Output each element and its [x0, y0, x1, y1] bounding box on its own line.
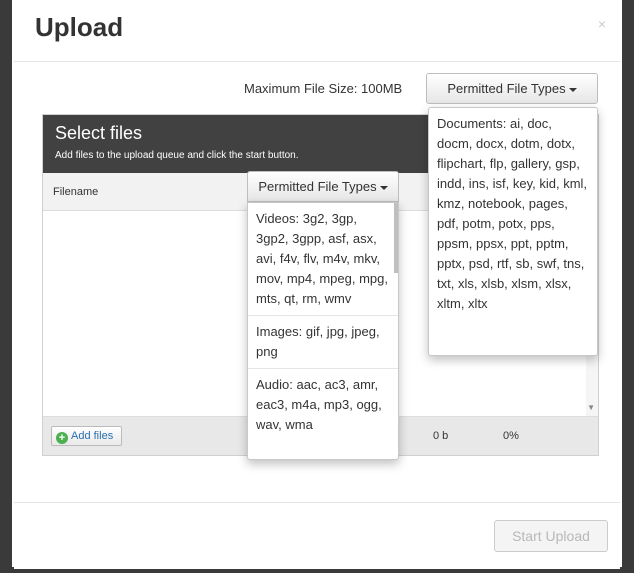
permitted-file-types-label-secondary: Permitted File Types	[258, 179, 377, 194]
image-types: Images: gif, jpg, jpeg, png	[248, 316, 398, 369]
close-icon[interactable]: ×	[598, 16, 606, 32]
permitted-file-types-button[interactable]: Permitted File Types	[426, 73, 598, 104]
caret-down-icon	[379, 185, 388, 190]
video-types: Videos: 3g2, 3gp, 3gp2, 3gpp, asf, asx, …	[248, 203, 398, 316]
modal-title: Upload	[35, 12, 124, 42]
max-file-size-label: Maximum File Size: 100MB	[244, 81, 403, 96]
documents-types: Documents: ai, doc, docm, docx, dotm, do…	[437, 116, 588, 311]
column-filename: Filename	[53, 186, 99, 198]
audio-types: Audio: aac, ac3, amr, eac3, m4a, mp3, og…	[256, 377, 382, 432]
modal-footer: Start Upload	[14, 502, 620, 569]
add-files-label: Add files	[71, 430, 114, 442]
dropdown-scrollbar[interactable]	[394, 203, 398, 273]
permitted-types-dropdown-media: Videos: 3g2, 3gp, 3gp2, 3gpp, asf, asx, …	[247, 202, 399, 460]
start-upload-button[interactable]: Start Upload	[494, 520, 608, 552]
upload-modal: Upload × Maximum File Size: 100MB Permit…	[14, 0, 620, 569]
permitted-types-dropdown-documents: Documents: ai, doc, docm, docx, dotm, do…	[428, 107, 598, 356]
uploader-subtitle: Add files to the upload queue and click …	[55, 150, 299, 161]
add-files-button[interactable]: + Add files	[51, 426, 123, 446]
modal-header: Upload ×	[14, 0, 620, 62]
page-background-right	[622, 0, 634, 573]
total-size: 0 b	[433, 430, 449, 442]
permitted-file-types-button-secondary[interactable]: Permitted File Types	[247, 171, 399, 202]
uploader-title: Select files	[55, 123, 143, 143]
caret-down-icon	[568, 87, 577, 92]
permitted-file-types-label: Permitted File Types	[447, 81, 566, 96]
plus-icon: +	[56, 432, 68, 444]
page-background-left	[0, 0, 12, 573]
scroll-down-arrow-icon[interactable]: ▼	[587, 403, 595, 412]
total-percent: 0%	[503, 430, 519, 442]
